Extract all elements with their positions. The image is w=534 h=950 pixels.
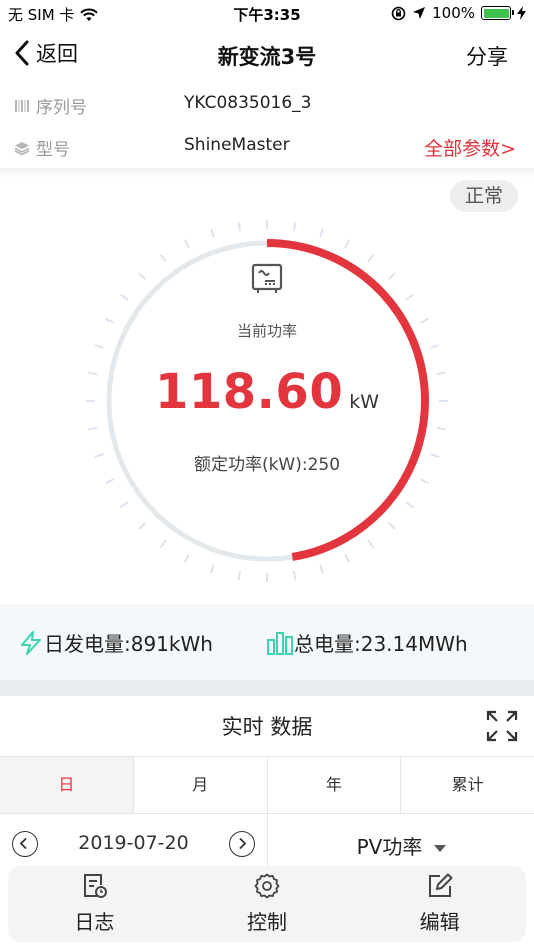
- current-power-readout: 118.60 kW: [0, 364, 534, 420]
- bottom-action-bar: 日志 控制 编辑: [8, 866, 526, 942]
- nav-bar: 返回 新变流3号 分享: [0, 28, 534, 80]
- gauge-tick: [138, 272, 147, 281]
- model-value: ShineMaster: [184, 135, 290, 155]
- gauge-tick: [119, 501, 129, 509]
- bar-chart-icon: [267, 631, 293, 655]
- next-date-button[interactable]: [229, 831, 255, 857]
- page-title: 新变流3号: [217, 45, 317, 69]
- metric-selector-label: PV功率: [268, 831, 534, 860]
- status-right: 100%: [391, 4, 526, 22]
- total-energy: 总电量:23.14MWh: [266, 628, 468, 657]
- caret-down-icon: [434, 845, 447, 852]
- date-navigator: 2019-07-20: [0, 814, 267, 874]
- edit-label: 编辑: [419, 910, 460, 934]
- period-tabs: 日 月 年 累计: [0, 756, 534, 814]
- log-label: 日志: [74, 910, 115, 934]
- all-params-link[interactable]: 全部参数>: [424, 134, 516, 161]
- info-divider: [0, 168, 534, 178]
- status-badge: 正常: [450, 180, 518, 212]
- edit-icon: [428, 873, 453, 897]
- chevron-right-icon: [239, 837, 247, 850]
- gauge-tick: [138, 521, 147, 530]
- gauge-tick: [436, 426, 446, 431]
- gauge-tick: [210, 228, 215, 238]
- realtime-section-header: 实时 数据: [0, 696, 534, 756]
- back-button[interactable]: 返回: [14, 38, 78, 68]
- charging-bolt-icon: [517, 6, 526, 20]
- metric-selector-value: PV功率: [356, 835, 423, 859]
- gauge-tick: [405, 501, 415, 509]
- gauge-tick: [105, 478, 115, 485]
- gauge-tick: [183, 553, 190, 563]
- gauge-tick: [405, 293, 415, 301]
- gauge-tick: [387, 521, 396, 530]
- share-button[interactable]: 分享: [466, 41, 508, 71]
- gauge-tick: [387, 272, 396, 281]
- barcode-icon: [15, 99, 29, 112]
- serial-label-group: 序列号: [14, 93, 87, 118]
- gauge-tick: [367, 539, 375, 549]
- location-arrow-icon: [413, 7, 426, 19]
- gauge-tick: [119, 293, 129, 301]
- battery-percent: 100%: [432, 4, 475, 22]
- fullscreen-icon[interactable]: [486, 710, 518, 742]
- tab-month[interactable]: 月: [134, 757, 268, 813]
- gauge-tick: [319, 564, 324, 574]
- gauge-tick: [344, 553, 351, 563]
- layers-icon: [14, 141, 30, 155]
- model-label: 型号: [36, 140, 70, 160]
- control-button[interactable]: 控制: [181, 866, 354, 942]
- current-power-label: 当前功率: [236, 322, 297, 340]
- gauge-tick: [367, 253, 375, 263]
- current-power-value: 118.60: [154, 364, 344, 420]
- gauge-tick: [237, 222, 242, 232]
- log-button[interactable]: 日志: [8, 866, 181, 942]
- back-label: 返回: [36, 42, 78, 66]
- tab-year[interactable]: 年: [268, 757, 402, 813]
- daily-energy: 日发电量:891kWh: [18, 628, 213, 657]
- chevron-left-icon: [15, 40, 29, 66]
- serial-value: YKC0835016_3: [184, 93, 312, 113]
- log-icon: [84, 874, 108, 898]
- inverter-icon: [251, 263, 283, 293]
- gear-icon: [254, 873, 280, 899]
- control-label: 控制: [247, 910, 287, 934]
- date-value[interactable]: 2019-07-20: [0, 832, 267, 854]
- gauge-tick: [88, 426, 98, 431]
- metric-selector[interactable]: PV功率: [267, 814, 534, 874]
- daily-energy-text: 日发电量:891kWh: [44, 632, 213, 656]
- gauge-tick: [159, 253, 167, 263]
- rotation-lock-icon: [391, 6, 406, 20]
- serial-label: 序列号: [36, 98, 87, 118]
- status-bar: 无 SIM 卡 下午3:35 100%: [0, 0, 534, 28]
- current-power-unit: kW: [349, 391, 380, 413]
- gauge-tick: [430, 344, 440, 349]
- serial-row: 序列号 YKC0835016_3: [0, 82, 534, 126]
- date-row: 2019-07-20 PV功率: [0, 814, 534, 874]
- gauge-tick: [94, 344, 104, 349]
- gauge-tick: [292, 570, 297, 580]
- gauge-tick: [210, 564, 215, 574]
- gauge-tick: [419, 478, 429, 485]
- edit-button[interactable]: 编辑: [353, 866, 526, 942]
- total-energy-text: 总电量:23.14MWh: [294, 632, 468, 656]
- model-label-group: 型号: [14, 135, 70, 160]
- rated-power-text: 额定功率(kW):250: [193, 455, 341, 475]
- gauge-tick: [159, 539, 167, 549]
- lightning-icon: [21, 630, 41, 655]
- model-row: 型号 ShineMaster 全部参数>: [0, 124, 534, 168]
- tab-day[interactable]: 日: [0, 757, 134, 813]
- tab-cumulative[interactable]: 累计: [401, 757, 534, 813]
- gauge-tick: [319, 228, 324, 238]
- realtime-section-title: 实时 数据: [221, 715, 313, 739]
- gauge-tick: [344, 239, 351, 249]
- battery-icon: [481, 6, 514, 20]
- gauge-tick: [183, 239, 190, 249]
- energy-summary: 日发电量:891kWh 总电量:23.14MWh: [0, 604, 534, 680]
- gauge-tick: [237, 570, 242, 580]
- section-divider: [0, 680, 534, 696]
- gauge-tick: [292, 222, 297, 232]
